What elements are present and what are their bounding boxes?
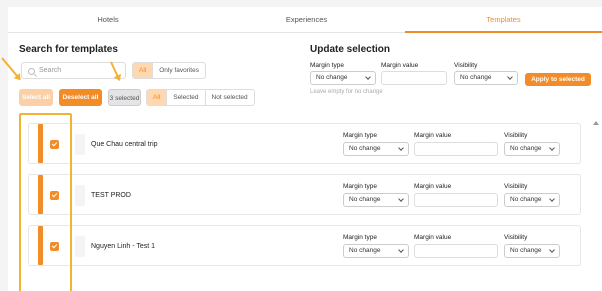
row-visibility-label: Visibility <box>504 234 528 241</box>
favorites-filter-only-favorites[interactable]: Only favorites <box>153 63 205 78</box>
row-margin-type-value: No change <box>349 247 381 254</box>
row-margin-value-label: Margin value <box>414 183 452 190</box>
margin-type-label: Margin type <box>310 62 344 69</box>
row-visibility-value: No change <box>510 196 542 203</box>
chevron-down-icon <box>398 247 404 253</box>
template-name: Nguyen Linh - Test 1 <box>91 243 156 250</box>
tab-hotels[interactable]: Hotels <box>8 7 208 33</box>
template-name: Que Chau central trip <box>91 141 158 148</box>
margin-value-label: Margin value <box>381 62 419 69</box>
row-margin-value-input[interactable] <box>414 193 498 207</box>
tab-bar: Hotels Experiences Templates <box>8 7 602 33</box>
visibility-select[interactable]: No change <box>454 71 518 85</box>
row-margin-type-label: Margin type <box>343 132 377 139</box>
template-thumbnail <box>75 236 85 257</box>
list-scrollbar[interactable] <box>592 117 600 291</box>
update-section-title: Update selection <box>310 44 391 55</box>
chevron-down-icon <box>549 247 555 253</box>
row-visibility-select[interactable]: No change <box>504 142 560 156</box>
row-visibility-label: Visibility <box>504 183 528 190</box>
margin-type-select[interactable]: No change <box>310 71 376 85</box>
margin-type-value: No change <box>316 74 348 81</box>
row-visibility-select[interactable]: No change <box>504 193 560 207</box>
select-all-button[interactable]: Select all <box>19 89 53 106</box>
selected-count-badge: 3 selected <box>108 89 141 106</box>
margin-value-input[interactable] <box>381 71 447 85</box>
chevron-down-icon <box>549 145 555 151</box>
templates-panel: Hotels Experiences Templates Search for … <box>8 7 602 291</box>
template-thumbnail <box>75 185 85 206</box>
row-margin-type-select[interactable]: No change <box>343 244 409 258</box>
favorites-filter: All Only favorites <box>132 62 206 79</box>
tab-templates[interactable]: Templates <box>405 7 602 33</box>
row-margin-value-input[interactable] <box>414 142 498 156</box>
chevron-down-icon <box>365 74 371 80</box>
search-placeholder: Search <box>39 67 62 74</box>
scroll-up-icon[interactable] <box>593 121 599 125</box>
row-margin-type-value: No change <box>349 196 381 203</box>
search-section-title: Search for templates <box>19 44 118 55</box>
margin-value-hint: Leave empty for no change <box>310 89 383 95</box>
visibility-label: Visibility <box>454 62 478 69</box>
selection-filter: All Selected Not selected <box>146 89 255 106</box>
row-margin-type-value: No change <box>349 145 381 152</box>
favorites-filter-all[interactable]: All <box>133 63 154 78</box>
selection-filter-all[interactable]: All <box>147 90 168 105</box>
template-card: TEST PROD Margin type No change Margin v… <box>28 174 581 215</box>
annotation-highlight-box <box>19 113 72 291</box>
row-margin-type-label: Margin type <box>343 183 377 190</box>
visibility-value: No change <box>460 74 492 81</box>
chevron-down-icon <box>398 145 404 151</box>
row-visibility-select[interactable]: No change <box>504 244 560 258</box>
deselect-all-button[interactable]: Deselect all <box>59 89 102 106</box>
template-card: Nguyen Linh - Test 1 Margin type No chan… <box>28 225 581 266</box>
row-margin-value-label: Margin value <box>414 234 452 241</box>
selection-filter-not-selected[interactable]: Not selected <box>206 90 254 105</box>
selection-filter-selected[interactable]: Selected <box>167 90 206 105</box>
chevron-down-icon <box>549 196 555 202</box>
row-visibility-value: No change <box>510 145 542 152</box>
tab-experiences[interactable]: Experiences <box>208 7 405 33</box>
template-name: TEST PROD <box>91 192 131 199</box>
row-margin-value-input[interactable] <box>414 244 498 258</box>
row-margin-type-select[interactable]: No change <box>343 142 409 156</box>
template-thumbnail <box>75 134 85 155</box>
row-visibility-label: Visibility <box>504 132 528 139</box>
row-margin-type-select[interactable]: No change <box>343 193 409 207</box>
chevron-down-icon <box>398 196 404 202</box>
row-margin-type-label: Margin type <box>343 234 377 241</box>
chevron-down-icon <box>507 74 513 80</box>
apply-to-selected-button[interactable]: Apply to selected <box>525 73 591 86</box>
row-visibility-value: No change <box>510 247 542 254</box>
template-card: Que Chau central trip Margin type No cha… <box>28 123 581 164</box>
search-icon <box>28 68 35 75</box>
row-margin-value-label: Margin value <box>414 132 452 139</box>
